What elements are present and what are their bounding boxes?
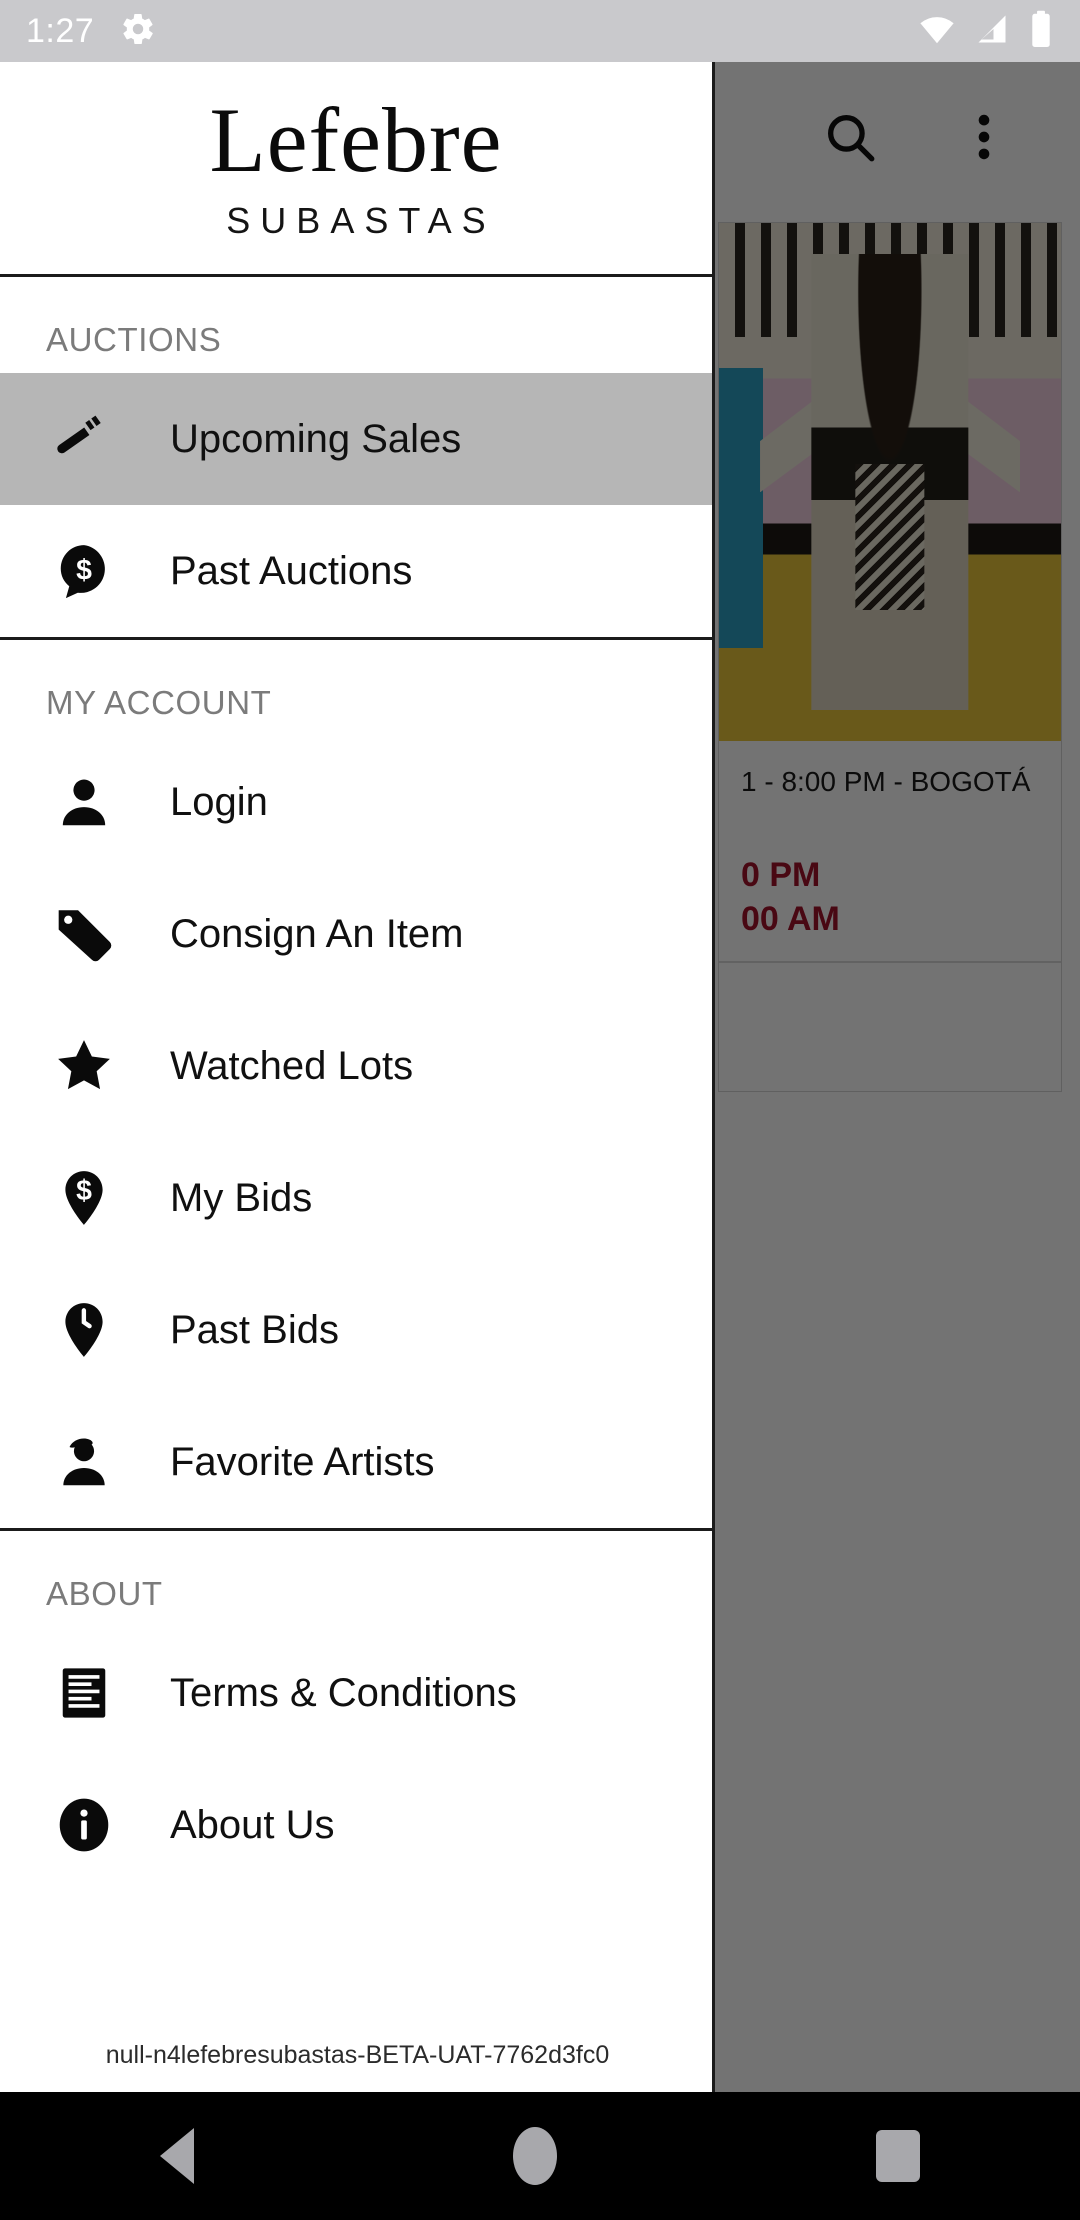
sidebar-item-past-bids[interactable]: Past Bids — [0, 1264, 712, 1396]
back-triangle-icon[interactable] — [159, 2128, 194, 2184]
dollar-speech-bubble-icon: $ — [46, 540, 122, 602]
sidebar-item-label: About Us — [170, 1802, 335, 1847]
sidebar-item-label: Terms & Conditions — [170, 1670, 517, 1715]
gavel-icon — [46, 408, 122, 470]
auction-artwork — [719, 223, 1061, 741]
sidebar-item-label: Favorite Artists — [170, 1439, 435, 1484]
star-icon — [46, 1034, 122, 1098]
sidebar-item-label: Login — [170, 779, 268, 824]
status-clock: 1:27 — [26, 11, 95, 50]
cellular-signal-icon — [974, 11, 1010, 52]
sidebar-item-past-auctions[interactable]: $ Past Auctions — [0, 505, 712, 637]
section-title-about: ABOUT — [46, 1575, 163, 1612]
status-bar: 1:27 — [0, 0, 1080, 62]
sidebar-item-favorite-artists[interactable]: Favorite Artists — [0, 1396, 712, 1528]
sidebar-item-upcoming-sales[interactable]: Upcoming Sales — [0, 373, 712, 505]
sidebar-item-login[interactable]: Login — [0, 736, 712, 868]
gear-icon — [120, 11, 156, 52]
brand-logo-word: Lefebre — [209, 89, 503, 191]
svg-text:$: $ — [76, 554, 92, 586]
artist-person-icon — [46, 1431, 122, 1493]
tag-icon — [46, 903, 122, 965]
sidebar-item-label: Past Auctions — [170, 548, 413, 593]
document-lines-icon — [46, 1664, 122, 1722]
sidebar-item-label: My Bids — [170, 1175, 313, 1220]
person-icon — [46, 771, 122, 833]
brand-logo-subtitle: SUBASTAS — [226, 200, 496, 241]
sidebar-item-my-bids[interactable]: $ My Bids — [0, 1132, 712, 1264]
phone-screen: 1 - 8:00 PM - BOGOTÁ 0 PM 00 AM 1:27 Lef… — [0, 0, 1080, 2220]
status-bar-left: 1:27 — [26, 11, 156, 52]
more-vertical-icon[interactable] — [946, 99, 1022, 175]
sidebar-item-watched-lots[interactable]: Watched Lots — [0, 1000, 712, 1132]
search-icon[interactable] — [812, 99, 888, 175]
info-circle-icon — [46, 1794, 122, 1856]
android-navigation-bar — [0, 2092, 1080, 2220]
drawer-header: Lefebre SUBASTAS — [0, 62, 712, 277]
auction-date-line: 1 - 8:00 PM - BOGOTÁ — [741, 766, 1031, 797]
sidebar-item-label: Upcoming Sales — [170, 416, 462, 461]
auction-time-am: 00 AM — [741, 899, 840, 938]
recents-square-icon[interactable] — [876, 2130, 921, 2182]
card-action-row[interactable] — [719, 963, 1061, 1091]
battery-icon — [1028, 10, 1054, 53]
auction-card[interactable]: 1 - 8:00 PM - BOGOTÁ 0 PM 00 AM — [718, 222, 1062, 1093]
sidebar-item-consign-an-item[interactable]: Consign An Item — [0, 868, 712, 1000]
sidebar-item-about-us[interactable]: About Us — [0, 1759, 712, 1891]
home-circle-icon[interactable] — [512, 2127, 557, 2185]
section-title-auctions: AUCTIONS — [46, 321, 222, 358]
sidebar-item-label: Consign An Item — [170, 911, 464, 956]
sidebar-item-label: Watched Lots — [170, 1043, 414, 1088]
sidebar-item-label: Past Bids — [170, 1307, 339, 1352]
sidebar-item-terms-and-conditions[interactable]: Terms & Conditions — [0, 1627, 712, 1759]
navigation-drawer[interactable]: Lefebre SUBASTAS AUCTIONS Upcoming Sales… — [0, 62, 715, 2092]
auction-card-meta: 1 - 8:00 PM - BOGOTÁ 0 PM 00 AM — [719, 741, 1061, 955]
wifi-icon — [918, 10, 956, 53]
dollar-pin-icon: $ — [46, 1167, 122, 1229]
build-identifier: null-n4lefebresubastas-BETA-UAT-7762d3fc… — [105, 2041, 610, 2069]
auction-time-pm: 0 PM — [741, 855, 821, 894]
section-title-my-account: MY ACCOUNT — [46, 684, 272, 721]
clock-pin-icon — [46, 1299, 122, 1361]
status-bar-right — [918, 10, 1054, 53]
svg-text:$: $ — [76, 1175, 92, 1207]
